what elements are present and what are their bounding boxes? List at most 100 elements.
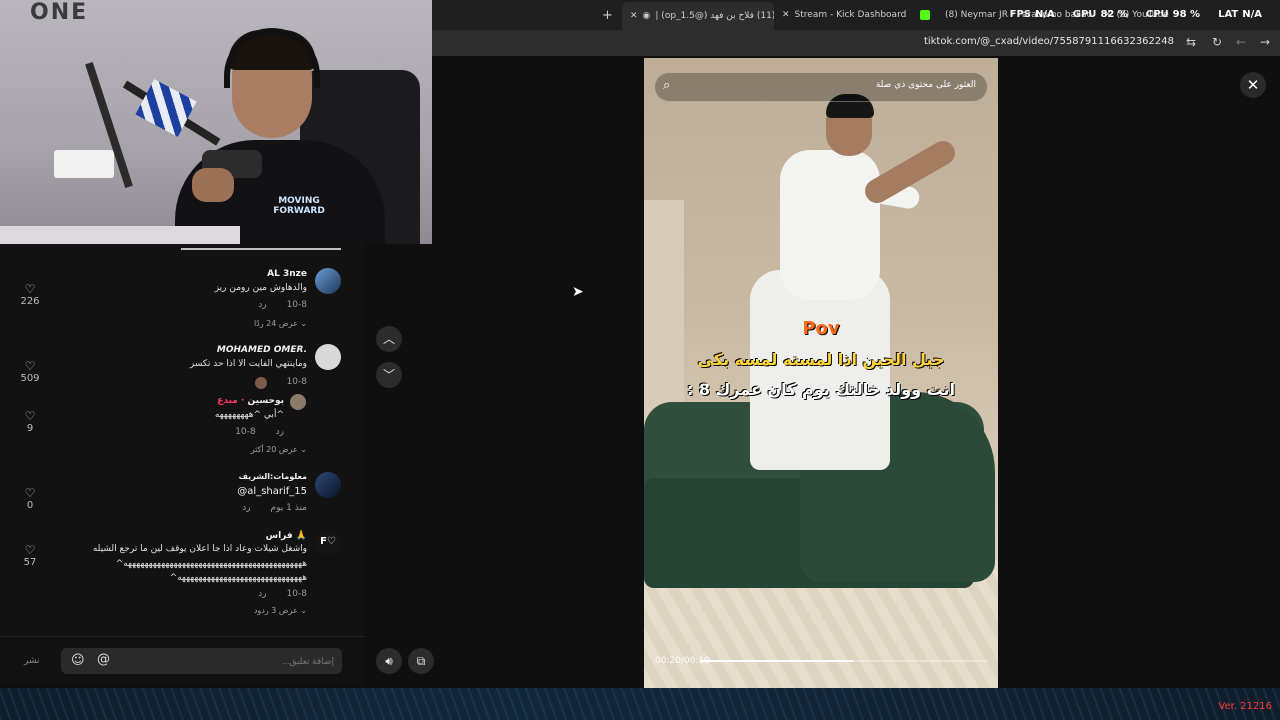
reply-link[interactable]: رد <box>258 300 266 310</box>
comment-date: 10-8 <box>286 377 307 387</box>
chevron-down-icon: ⌄ <box>300 319 307 328</box>
avatar[interactable] <box>290 394 306 410</box>
avatar[interactable] <box>315 472 341 498</box>
chevron-up-icon: ︿ <box>382 332 395 346</box>
seek-progress[interactable] <box>700 660 853 662</box>
view-replies-button[interactable]: عرض 24 ردًا ⌄ <box>254 319 307 328</box>
comment-date: منذ 1 يوم <box>270 503 307 513</box>
video-caption-title: Pov <box>802 318 840 339</box>
kick-icon <box>920 10 930 20</box>
like-count: 226 <box>20 296 40 307</box>
like-count: 0 <box>26 500 34 511</box>
desk <box>0 226 240 244</box>
chevron-down-icon: ⌄ <box>300 606 307 615</box>
reload-icon[interactable]: ↻ <box>1212 35 1222 49</box>
comment-author[interactable]: فراس 🙏 <box>266 531 307 541</box>
comment-text-line: ^ههههههههههههههههههههههههههههههه <box>169 573 307 583</box>
like-count: 509 <box>20 373 40 384</box>
like-button[interactable]: ♡ 9 <box>16 409 44 435</box>
stat-gpu: GPU 82 % <box>1072 9 1128 20</box>
related-search-text[interactable]: العثور على محتوى ذي صلة <box>876 80 976 90</box>
comment-author[interactable]: AL 3nze <box>267 269 307 279</box>
avatar[interactable] <box>315 344 341 370</box>
comment-date: 10-8 <box>235 427 256 437</box>
comment-text: أبي ^ههههههههه^ <box>214 410 284 420</box>
video-caption-line: انت وولد خالتك يوم كان عمرك 8 : <box>686 380 956 399</box>
comment-meta: رد 10-8 <box>258 589 307 599</box>
reply-link[interactable]: رد <box>276 427 284 437</box>
heart-icon: ♡ <box>24 359 36 373</box>
comment-text: واشغل شيلات وعاد اذا جا اعلان يوقف لين م… <box>92 544 307 554</box>
like-button[interactable]: ♡ 0 <box>16 486 44 512</box>
close-icon: ✕ <box>1246 76 1260 94</box>
comment-meta: رد منذ 1 يوم <box>242 503 307 513</box>
comment-meta: رد 10-8 <box>258 300 307 310</box>
tab-tiktok[interactable]: ✕ ◉ (11) فلاح بن فهد (@op_1.5) | ♪ <box>622 2 774 30</box>
comment-text: والدهاوش مين رومن ريز <box>214 283 307 293</box>
comment-date: 10-8 <box>286 300 307 310</box>
reply-link[interactable]: رد <box>242 503 250 513</box>
chevron-down-icon: ﹀ <box>382 368 395 382</box>
new-tab-button[interactable]: + <box>602 4 613 26</box>
stat-lat: LAT N/A <box>1218 9 1262 20</box>
like-count: 9 <box>26 423 34 434</box>
picture-in-picture-button[interactable]: ⧉ <box>408 648 434 674</box>
avatar[interactable] <box>315 268 341 294</box>
tab-audio-icon: ◉ <box>642 11 651 21</box>
view-more-replies-button[interactable]: عرض 20 أكثر ⌄ <box>251 445 307 454</box>
close-icon[interactable]: ✕ <box>782 10 790 20</box>
comment-text-line: ^ههههههههههههههههههههههههههههههههههههههه… <box>115 559 307 569</box>
webcam-feed: ONE MOVING FORWARD <box>0 0 432 244</box>
heart-icon: ♡ <box>24 409 36 423</box>
like-button[interactable]: ♡ 226 <box>16 282 44 308</box>
wall-outlet <box>54 150 114 178</box>
volume-icon: 🔊︎ <box>385 654 393 668</box>
forward-icon[interactable]: → <box>1260 35 1270 49</box>
heart-icon: ♡ <box>24 282 36 296</box>
avatar[interactable]: F♡ <box>315 529 341 555</box>
taskbar-pattern <box>0 688 1280 720</box>
next-video-button[interactable]: ﹀ <box>376 362 402 388</box>
heart-icon: ♡ <box>24 543 36 557</box>
mouse-cursor-icon: ➤ <box>572 284 584 300</box>
like-button[interactable]: ♡ 509 <box>16 359 44 385</box>
post-button[interactable]: نشر <box>24 656 40 666</box>
url-field[interactable]: tiktok.com/@_cxad/video/7558791116632362… <box>924 36 1174 47</box>
search-icon[interactable]: ⌕ <box>663 78 670 93</box>
view-replies-button[interactable]: عرض 3 ردود ⌄ <box>254 606 307 615</box>
comment-text: وماينتهي الفايت الا اذا حد تكسر <box>189 359 307 369</box>
version-label: Ver. 21216 <box>1218 701 1272 712</box>
mention-icon[interactable]: @ <box>97 652 110 667</box>
close-button[interactable]: ✕ <box>1240 72 1266 98</box>
comment-author[interactable]: MOHAMED OMER. <box>217 345 307 355</box>
tab-indicator <box>181 248 341 250</box>
comment-author[interactable]: معلومات:الشريف <box>239 472 307 481</box>
back-icon[interactable]: ← <box>1236 35 1246 49</box>
address-bar: tiktok.com/@_cxad/video/7558791116632362… <box>432 30 1280 56</box>
shirt-logo: MOVING FORWARD <box>273 196 325 216</box>
close-icon[interactable]: ✕ <box>630 11 638 21</box>
stat-cpu: CPU 98 % <box>1145 9 1201 20</box>
volume-button[interactable]: 🔊︎ <box>376 648 402 674</box>
video-caption-line: جيل الحين اذا لمسته لمسه بكى <box>697 350 945 369</box>
creator-liked-avatar <box>254 377 267 389</box>
stat-fps: FPS N/A <box>1009 9 1055 20</box>
comment-meta: 10-8 <box>254 377 307 389</box>
wall-logo: ONE <box>30 0 89 25</box>
like-count: 57 <box>23 557 37 568</box>
tab-kick[interactable]: ✕ Stream - Kick Dashboard <box>782 4 912 26</box>
comment-date: 10-8 <box>286 589 307 599</box>
chevron-down-icon: ⌄ <box>300 445 307 454</box>
previous-video-button[interactable]: ︿ <box>376 326 402 352</box>
heart-icon: ♡ <box>24 486 36 500</box>
reply-link[interactable]: رد <box>258 589 266 599</box>
like-button[interactable]: ♡ 57 <box>16 543 44 569</box>
comment-author[interactable]: بوحسين · مبدع <box>217 396 284 406</box>
site-settings-icon[interactable]: ⇆ <box>1186 35 1196 49</box>
dancer-legs <box>750 270 890 470</box>
emoji-icon[interactable]: ☺ <box>71 653 87 669</box>
streamer-hand <box>192 168 234 202</box>
comment-text[interactable]: @al_sharif_15 <box>237 486 307 497</box>
comments-panel <box>0 244 364 684</box>
pip-icon: ⧉ <box>416 654 426 668</box>
